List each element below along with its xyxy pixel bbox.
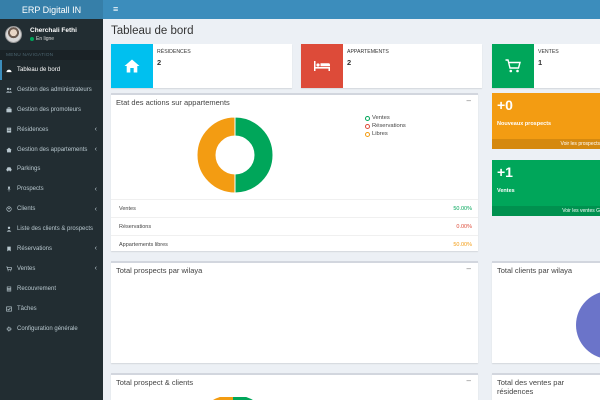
chevron-left-icon: ‹	[94, 205, 97, 213]
infobox-ventes[interactable]: VENTES 1	[492, 44, 600, 88]
legend-marker	[365, 115, 370, 121]
users-icon	[6, 87, 12, 93]
sidebar-item-liste-clients-prospects[interactable]: Liste des clients & prospects	[0, 219, 103, 239]
donut-chart	[196, 116, 274, 194]
sidebar-item-configuration[interactable]: Configuration générale	[0, 319, 103, 339]
smallbox-number: +0	[497, 97, 513, 113]
smallbox-number: +1	[497, 164, 513, 180]
sidebar-item-appartements[interactable]: Gestion des appartements ‹	[0, 140, 103, 160]
infobox-label: VENTES	[538, 49, 559, 55]
chevron-left-icon: ‹	[94, 265, 97, 273]
actions-appartements-box: Etat des actions sur appartements – Vent…	[111, 93, 478, 251]
user-list-icon	[6, 226, 12, 232]
sidebar-item-parkings[interactable]: Parkings	[0, 159, 103, 179]
clients-wilaya-chart	[576, 292, 600, 358]
collapse-icon[interactable]: –	[467, 96, 471, 105]
box-title: Etat des actions sur appartements	[116, 98, 230, 107]
brand-logo[interactable]: ERP Digitall IN	[0, 0, 103, 19]
chevron-left-icon: ‹	[94, 126, 97, 134]
ventes-residences-box: Total des ventes par résidences	[492, 373, 600, 400]
avatar	[5, 26, 22, 43]
infobox-value: 2	[157, 58, 162, 67]
legend-marker	[365, 131, 370, 137]
smallbox-footer-link[interactable]: Voir les ventes G	[492, 206, 600, 216]
top-navbar: ≡	[103, 0, 600, 19]
legend-marker	[365, 123, 370, 129]
infobox-value: 2	[347, 58, 352, 67]
chevron-left-icon: ‹	[94, 146, 97, 153]
sidebar: ERP Digitall IN Cherchali Fethi En ligne…	[0, 0, 103, 400]
prospects-wilaya-box: Total prospects par wilaya –	[111, 261, 478, 363]
user-icon	[6, 206, 12, 212]
smallbox-nouveaux-prospects[interactable]: +0 Nouveaux prospects Voir les prospects	[492, 93, 600, 149]
smallbox-ventes[interactable]: +1 Ventes Voir les ventes G	[492, 160, 600, 216]
sidebar-item-administrateurs[interactable]: Gestion des administrateurs	[0, 80, 103, 100]
menu-header: MENU NAVIGATION	[0, 50, 103, 60]
briefcase-icon	[6, 107, 12, 113]
sidebar-item-taches[interactable]: Tâches	[0, 299, 103, 319]
sidebar-item-residences[interactable]: Résidences ‹	[0, 120, 103, 140]
user-name: Cherchali Fethi	[30, 27, 77, 34]
chevron-left-icon: ‹	[94, 185, 97, 193]
infobox-residences[interactable]: RÉSIDENCES 2	[111, 44, 292, 88]
collapse-icon[interactable]: –	[467, 264, 471, 273]
clients-wilaya-box: Total clients par wilaya	[492, 261, 600, 363]
menu-toggle-icon[interactable]: ≡	[113, 5, 118, 14]
infobox-appartements[interactable]: APPARTEMENTS 2	[301, 44, 482, 88]
cart-icon	[492, 44, 534, 88]
sidebar-item-clients[interactable]: Clients ‹	[0, 199, 103, 219]
stat-row-ventes: Ventes 50.00%	[111, 199, 478, 217]
sidebar-item-promoteurs[interactable]: Gestion des promoteurs	[0, 100, 103, 120]
prospect-clients-box: Total prospect & clients –	[111, 373, 478, 400]
donut-slice-ventes	[234, 116, 274, 194]
legend-item: Ventes	[365, 114, 406, 122]
user-status: En ligne	[30, 36, 77, 42]
sidebar-item-ventes[interactable]: Ventes ‹	[0, 259, 103, 279]
smallbox-label: Nouveaux prospects	[497, 121, 552, 127]
bed-icon	[301, 44, 343, 88]
box-title: Total des ventes par résidences	[497, 378, 565, 396]
page-title: Tableau de bord	[111, 25, 194, 37]
gear-icon	[6, 326, 12, 332]
home-icon	[111, 44, 153, 88]
infobox-label: RÉSIDENCES	[157, 49, 191, 55]
box-title: Total prospects par wilaya	[116, 266, 203, 275]
donut-slice-libres	[196, 116, 236, 194]
stat-row-reservations: Réservations 0.00%	[111, 217, 478, 235]
stat-row-libres: Appartements libres 50.00%	[111, 235, 478, 251]
sidebar-item-reservations[interactable]: Réservations ‹	[0, 239, 103, 259]
pin-icon	[6, 186, 12, 192]
infobox-value: 1	[538, 58, 543, 67]
bookmark-icon	[6, 246, 12, 252]
car-icon	[6, 166, 12, 172]
home-icon	[6, 147, 12, 153]
box-title: Total clients par wilaya	[497, 266, 573, 275]
dashboard-icon	[6, 67, 12, 73]
legend-item: Libres	[365, 130, 406, 138]
building-icon	[6, 127, 12, 133]
legend-item: Réservations	[365, 122, 406, 130]
sidebar-item-tableau-de-bord[interactable]: Tableau de bord	[0, 60, 103, 80]
chart-legend: Ventes Réservations Libres	[365, 114, 406, 138]
online-dot-icon	[30, 37, 34, 41]
chevron-left-icon: ‹	[94, 245, 97, 253]
user-panel: Cherchali Fethi En ligne	[0, 19, 103, 50]
calculator-icon	[6, 286, 12, 292]
smallbox-footer-link[interactable]: Voir les prospects	[492, 139, 600, 149]
box-title: Total prospect & clients	[116, 378, 194, 387]
collapse-icon[interactable]: –	[467, 376, 471, 385]
sidebar-item-recouvrement[interactable]: Recouvrement	[0, 279, 103, 299]
tasks-icon	[6, 306, 12, 312]
smallbox-label: Ventes	[497, 188, 515, 194]
sidebar-item-prospects[interactable]: Prospects ‹	[0, 179, 103, 199]
cart-icon	[6, 266, 12, 272]
infobox-label: APPARTEMENTS	[347, 49, 389, 55]
